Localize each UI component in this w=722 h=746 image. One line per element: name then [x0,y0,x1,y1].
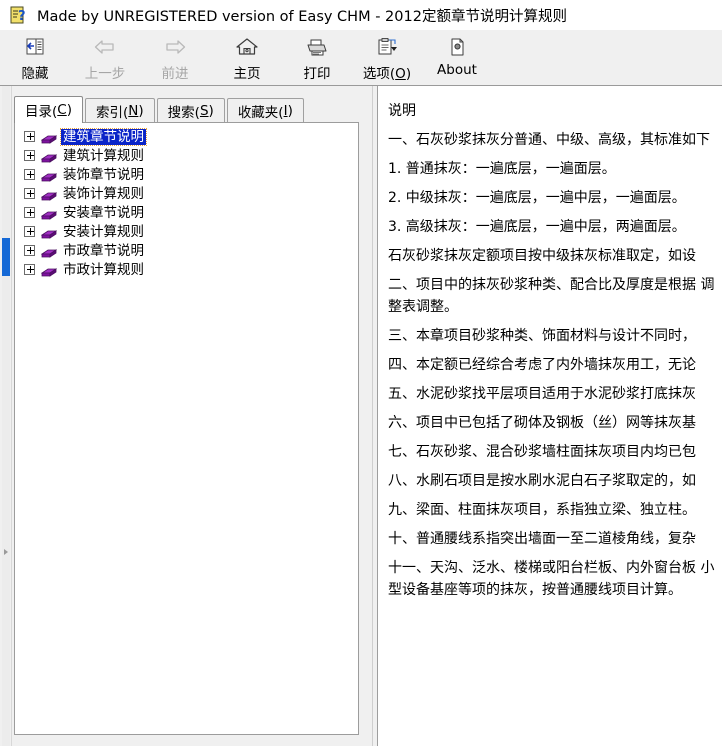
tree-item-label: 市政章节说明 [63,242,144,259]
book-icon [40,244,58,258]
tree-item-4[interactable]: 安装章节说明 [15,203,358,222]
topic-paragraph-11: 七、石灰砂浆、混合砂浆墙柱面抹灰项目内均已包 [388,444,696,460]
tab-favorites[interactable]: 收藏夹(I) [226,98,304,122]
toolbar-button-options-label: 选项(O) [362,66,412,82]
tree-item-0[interactable]: 建筑章节说明 [15,127,358,146]
tree-item-2[interactable]: 装饰章节说明 [15,165,358,184]
toolbar-button-print-label: 打印 [303,66,331,82]
home-icon [235,35,259,59]
topic-paragraph-9: 五、水泥砂浆找平层项目适用于水泥砂浆打底抹灰 [388,386,696,402]
tree-item-7[interactable]: 市政计算规则 [15,260,358,279]
tree-item-label: 建筑章节说明 [60,127,147,146]
book-icon [40,149,58,163]
expand-plus-icon[interactable] [24,207,35,218]
splitter-collapse-arrow[interactable] [1,546,11,558]
expand-plus-icon[interactable] [24,245,35,256]
hide-pane-icon [24,35,46,59]
topic-paragraph-5: 石灰砂浆抹灰定额项目按中级抹灰标准取定，如设 [388,248,696,264]
topic-paragraph-10: 六、项目中已包括了砌体及钢板（丝）网等抹灰基 [388,415,696,431]
tree-item-label: 市政计算规则 [63,261,144,278]
tree-item-label: 建筑计算规则 [63,147,144,164]
tab-search[interactable]: 搜索(S) [156,98,225,122]
topic-body: 说明 一、石灰砂浆抹灰分普通、中级、高级，其标准如下 1. 普通抹灰：一遍底层，… [378,86,722,601]
left-gutter [0,86,12,746]
tree-item-label: 装饰章节说明 [63,166,144,183]
tree-item-label: 安装章节说明 [63,204,144,221]
tree-item-3[interactable]: 装饰计算规则 [15,184,358,203]
toolbar-button-about[interactable]: About [422,30,492,83]
topic-paragraph-12: 八、水刷石项目是按水刷水泥白石子浆取定的，如 [388,473,696,489]
expand-plus-icon[interactable] [24,226,35,237]
toolbar-button-print[interactable]: 打印 [282,30,352,83]
tree-item-1[interactable]: 建筑计算规则 [15,146,358,165]
topic-paragraph-1: 一、石灰砂浆抹灰分普通、中级、高级，其标准如下 [388,132,710,148]
contents-tree[interactable]: 建筑章节说明 建筑计算规则 装饰章节说明 装饰计算规则 安装章节说明 安装计算规… [14,122,359,735]
svg-text:?: ? [18,9,26,24]
tab-contents[interactable]: 目录(C) [14,96,83,123]
vertical-scrollbar-track[interactable] [2,86,10,746]
tree-item-label: 安装计算规则 [63,223,144,240]
topic-paragraph-6: 二、项目中的抹灰砂浆种类、配合比及厚度是根据 调整表调整。 [388,277,715,315]
back-arrow-icon [92,35,118,59]
book-icon [40,206,58,220]
expand-plus-icon[interactable] [24,131,35,142]
tab-index[interactable]: 索引(N) [85,98,155,122]
about-page-icon [446,35,468,59]
printer-icon [305,35,329,59]
book-icon [40,168,58,182]
title-bar: ? Made by UNREGISTERED version of Easy C… [0,0,722,31]
toolbar-button-home[interactable]: 主页 [212,30,282,83]
expand-plus-icon[interactable] [24,150,35,161]
navigation-pane: 目录(C) 索引(N) 搜索(S) 收藏夹(I) 建筑章节说明 建筑计算… [0,86,372,746]
forward-arrow-icon [162,35,188,59]
navigation-tabs: 目录(C) 索引(N) 搜索(S) 收藏夹(I) [14,96,306,123]
toolbar-button-forward[interactable]: 前进 [140,30,210,83]
expand-plus-icon[interactable] [24,264,35,275]
toolbar-button-home-label: 主页 [233,66,261,82]
book-icon [40,187,58,201]
window-title: Made by UNREGISTERED version of Easy CHM… [37,8,567,25]
tree-item-5[interactable]: 安装计算规则 [15,222,358,241]
chm-viewer-window: ? Made by UNREGISTERED version of Easy C… [0,0,722,746]
book-icon [40,225,58,239]
toolbar-button-hide[interactable]: 隐藏 [0,30,70,83]
toolbar-button-about-label: About [437,62,477,78]
topic-paragraph-14: 十、普通腰线系指突出墙面一至二道棱角线，复杂 [388,531,696,547]
toolbar-button-back[interactable]: 上一步 [70,30,140,83]
toolbar-button-forward-label: 前进 [161,66,189,82]
topic-paragraph-8: 四、本定额已经综合考虑了内外墙抹灰用工，无论 [388,357,696,373]
topic-paragraph-7: 三、本章项目砂浆种类、饰面材料与设计不同时， [388,328,696,344]
topic-paragraph-2: 1. 普通抹灰：一遍底层，一遍面层。 [388,161,616,177]
expand-plus-icon[interactable] [24,169,35,180]
tree-item-label: 装饰计算规则 [63,185,144,202]
toolbar-button-hide-label: 隐藏 [21,66,49,82]
book-icon [40,263,58,277]
topic-heading: 说明 [388,103,416,119]
topic-content-pane: 说明 一、石灰砂浆抹灰分普通、中级、高级，其标准如下 1. 普通抹灰：一遍底层，… [378,86,722,746]
toolbar-button-options[interactable]: 选项(O) [352,30,422,83]
book-icon [40,130,58,144]
topic-paragraph-3: 2. 中级抹灰：一遍底层，一遍中层，一遍面层。 [388,190,686,206]
expand-plus-icon[interactable] [24,188,35,199]
topic-paragraph-4: 3. 高级抹灰：一遍底层，一遍中层，两遍面层。 [388,219,686,235]
options-clipboard-icon [374,35,400,59]
toolbar-button-back-label: 上一步 [84,66,126,82]
tree-node-list: 建筑章节说明 建筑计算规则 装饰章节说明 装饰计算规则 安装章节说明 安装计算规… [15,123,358,279]
tree-item-6[interactable]: 市政章节说明 [15,241,358,260]
vertical-scrollbar-thumb[interactable] [2,238,10,276]
topic-paragraph-13: 九、梁面、柱面抹灰项目，系指独立梁、独立柱。 [388,502,696,518]
help-document-icon: ? [9,5,29,25]
toolbar: 隐藏 上一步 前进 主页 打印 选项(O) About [0,30,722,86]
topic-paragraph-15: 十一、天沟、泛水、楼梯或阳台栏板、内外窗台板 小型设备基座等项的抹灰，按普通腰线… [388,560,715,598]
